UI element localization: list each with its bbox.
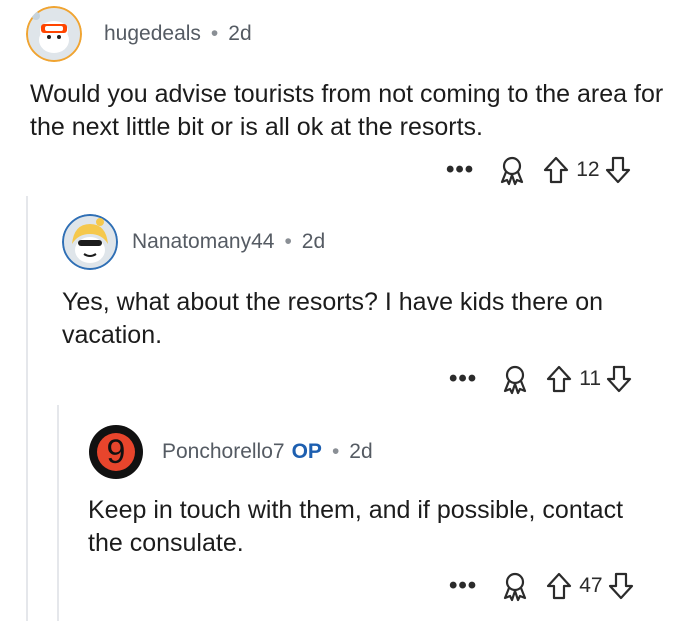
more-options-icon[interactable]: ••• xyxy=(449,574,477,598)
username[interactable]: Ponchorello7 xyxy=(162,440,285,464)
avatar[interactable] xyxy=(26,6,82,62)
separator-dot: • xyxy=(331,440,340,463)
award-icon[interactable] xyxy=(499,570,531,602)
comment-header: Nanatomany44 • 2d xyxy=(62,214,325,270)
downvote-icon[interactable] xyxy=(607,571,635,601)
separator-dot: • xyxy=(210,22,219,45)
avatar[interactable]: 9 xyxy=(88,424,144,480)
username[interactable]: hugedeals xyxy=(104,22,201,46)
avatar-digit: 9 xyxy=(107,433,126,471)
comment-body: Yes, what about the resorts? I have kids… xyxy=(62,288,604,349)
award-icon[interactable] xyxy=(496,154,528,186)
vote-score: 11 xyxy=(579,367,602,390)
separator-dot: • xyxy=(284,230,292,253)
downvote-icon[interactable] xyxy=(605,364,633,394)
comment-header: 9 Ponchorello7 OP • 2d xyxy=(88,424,373,480)
comment-actions: ••• 12 xyxy=(446,154,632,186)
more-options-icon[interactable]: ••• xyxy=(446,158,474,182)
comment-actions: ••• 11 xyxy=(449,363,633,395)
more-options-icon[interactable]: ••• xyxy=(449,367,477,391)
downvote-icon[interactable] xyxy=(604,155,632,185)
avatar[interactable] xyxy=(62,214,118,270)
upvote-icon[interactable] xyxy=(542,155,570,185)
thread-line-level-2[interactable] xyxy=(57,405,59,621)
timestamp: 2d xyxy=(301,230,326,253)
award-icon[interactable] xyxy=(499,363,531,395)
vote-score: 12 xyxy=(576,158,600,181)
comment-header: hugedeals • 2d xyxy=(26,6,252,62)
comment-body: Keep in touch with them, and if possible… xyxy=(88,496,624,557)
upvote-icon[interactable] xyxy=(545,364,573,394)
comment-actions: ••• 47 xyxy=(449,570,635,602)
comment-body: Would you advise tourists from not comin… xyxy=(30,80,664,141)
username[interactable]: Nanatomany44 xyxy=(132,230,274,254)
timestamp: 2d xyxy=(228,22,252,45)
thread-line-level-1[interactable] xyxy=(26,196,28,621)
upvote-icon[interactable] xyxy=(545,571,573,601)
op-badge: OP xyxy=(291,440,322,463)
timestamp: 2d xyxy=(349,440,373,463)
vote-score: 47 xyxy=(579,574,603,597)
